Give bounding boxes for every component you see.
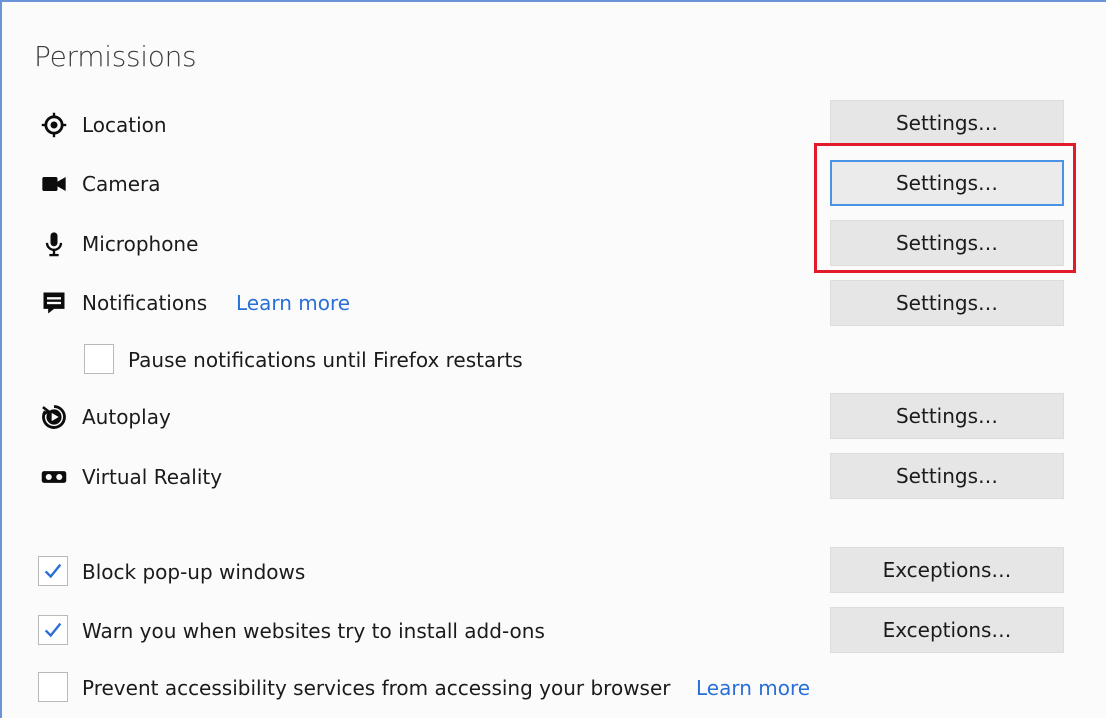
- virtual-reality-icon: [38, 461, 70, 493]
- warn-addons-label: Warn you when websites try to install ad…: [82, 619, 545, 643]
- camera-label: Camera: [82, 172, 161, 196]
- warn-addons-exceptions-button[interactable]: Exceptions…: [830, 607, 1064, 653]
- autoplay-icon: [38, 401, 70, 433]
- prevent-accessibility-label: Prevent accessibility services from acce…: [82, 676, 671, 700]
- section-title: Permissions: [34, 40, 197, 73]
- notifications-icon: [38, 287, 70, 319]
- pause-notifications-label: Pause notifications until Firefox restar…: [128, 348, 523, 372]
- pause-notifications-checkbox[interactable]: [84, 344, 114, 374]
- autoplay-settings-button[interactable]: Settings…: [830, 393, 1064, 439]
- window-top-border: [0, 0, 1106, 2]
- checkmark-icon: [44, 622, 62, 638]
- notifications-learn-more-link[interactable]: Learn more: [236, 290, 350, 316]
- virtual-reality-settings-button[interactable]: Settings…: [830, 453, 1064, 499]
- location-icon: [38, 109, 70, 141]
- microphone-label: Microphone: [82, 232, 199, 256]
- window-left-border: [0, 0, 2, 718]
- block-popups-checkbox[interactable]: [38, 556, 68, 586]
- autoplay-label: Autoplay: [82, 405, 171, 429]
- camera-icon: [38, 168, 70, 200]
- highlight-box: [814, 143, 1076, 273]
- warn-addons-checkbox[interactable]: [38, 615, 68, 645]
- block-popups-exceptions-button[interactable]: Exceptions…: [830, 547, 1064, 593]
- notifications-settings-button[interactable]: Settings…: [830, 280, 1064, 326]
- microphone-icon: [38, 228, 70, 260]
- location-settings-button[interactable]: Settings…: [830, 100, 1064, 146]
- location-label: Location: [82, 113, 167, 137]
- notifications-label: Notifications: [82, 291, 208, 315]
- block-popups-label: Block pop-up windows: [82, 560, 306, 584]
- virtual-reality-label: Virtual Reality: [82, 465, 223, 489]
- accessibility-learn-more-link[interactable]: Learn more: [696, 675, 810, 701]
- prevent-accessibility-checkbox[interactable]: [38, 672, 68, 702]
- checkmark-icon: [44, 563, 62, 579]
